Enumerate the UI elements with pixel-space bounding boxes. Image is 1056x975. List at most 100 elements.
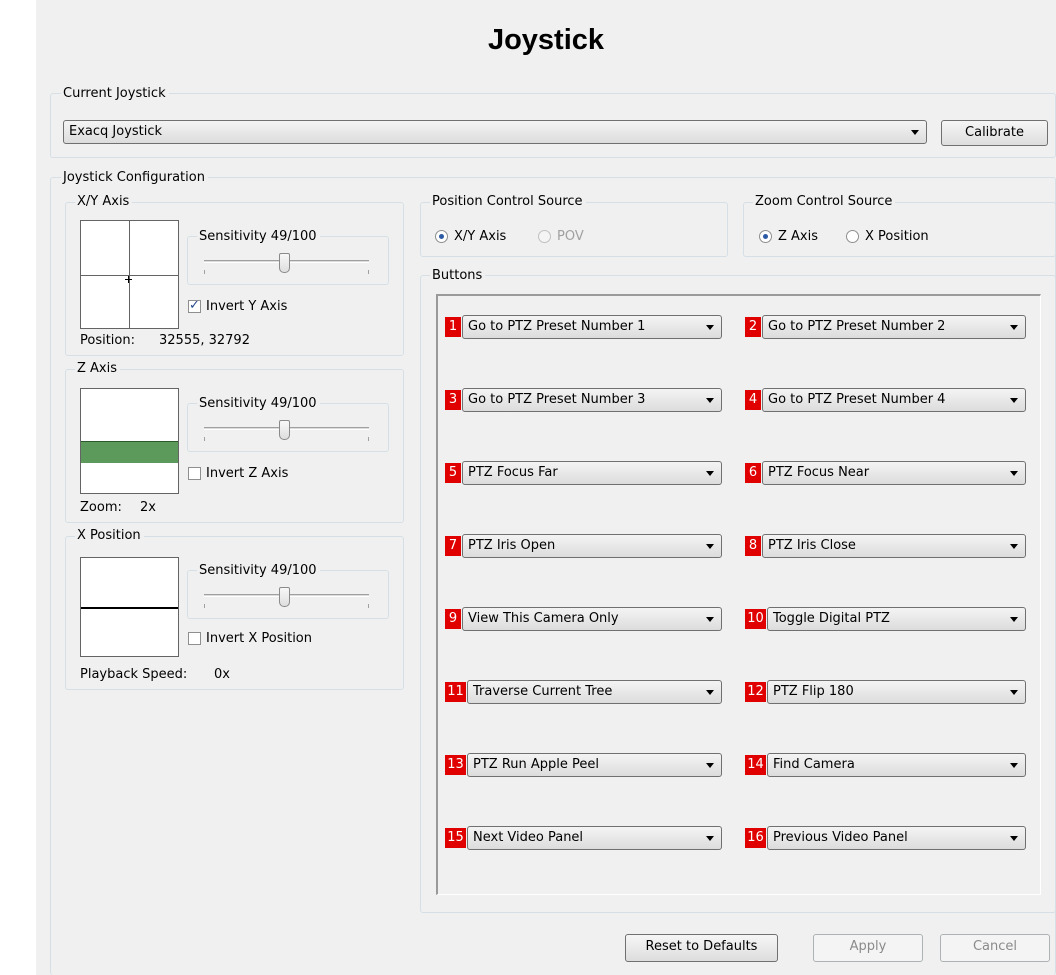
chevron-down-icon — [1010, 544, 1018, 549]
button-number-badge: 5 — [445, 463, 461, 483]
button-action-value: Find Camera — [773, 757, 855, 772]
joystick-select[interactable]: Exacq Joystick — [63, 120, 927, 144]
invert-z-axis-checkbox[interactable] — [188, 467, 201, 480]
button-action-value: View This Camera Only — [468, 611, 619, 626]
button-16-action-select[interactable]: Previous Video Panel — [767, 826, 1026, 850]
z-sensitivity-slider[interactable] — [279, 420, 290, 440]
x-sensitivity-slider[interactable] — [279, 587, 290, 607]
button-number-badge: 6 — [745, 463, 761, 483]
chevron-down-icon — [706, 690, 714, 695]
buttons-group-label: Buttons — [430, 268, 486, 284]
cancel-button[interactable]: Cancel — [940, 934, 1050, 962]
button-7-action-select[interactable]: PTZ Iris Open — [462, 534, 722, 558]
button-3-action-select[interactable]: Go to PTZ Preset Number 3 — [462, 388, 722, 412]
button-2-action-select[interactable]: Go to PTZ Preset Number 2 — [762, 315, 1026, 339]
page-title: Joystick — [487, 24, 605, 56]
button-action-value: PTZ Iris Open — [468, 538, 556, 553]
button-number-badge: 15 — [445, 828, 466, 848]
buttons-list — [436, 294, 1041, 895]
joystick-configuration-label: Joystick Configuration — [61, 170, 208, 186]
button-number-badge: 10 — [745, 609, 766, 629]
chevron-down-icon — [1010, 836, 1018, 841]
button-5-action-select[interactable]: PTZ Focus Far — [462, 461, 722, 485]
z-sensitivity-label: Sensitivity 49/100 — [197, 396, 320, 412]
button-action-value: Go to PTZ Preset Number 4 — [768, 392, 946, 407]
button-number-badge: 8 — [745, 536, 761, 556]
apply-button[interactable]: Apply — [813, 934, 923, 962]
button-number-badge: 12 — [745, 682, 766, 702]
button-8-action-select[interactable]: PTZ Iris Close — [762, 534, 1026, 558]
chevron-down-icon — [706, 836, 714, 841]
xy-sensitivity-slider[interactable] — [279, 253, 290, 273]
position-value: 32555, 32792 — [159, 333, 250, 348]
button-action-value: Go to PTZ Preset Number 3 — [468, 392, 646, 407]
chevron-down-icon — [1010, 690, 1018, 695]
zoom-value: 2x — [140, 500, 156, 515]
x-position-preview — [80, 557, 179, 657]
chevron-down-icon — [1010, 398, 1018, 403]
button-number-badge: 1 — [445, 317, 461, 337]
button-10-action-select[interactable]: Toggle Digital PTZ — [767, 607, 1026, 631]
chevron-down-icon — [706, 544, 714, 549]
button-number-badge: 3 — [445, 390, 461, 410]
button-15-action-select[interactable]: Next Video Panel — [467, 826, 722, 850]
chevron-down-icon — [1010, 325, 1018, 330]
z-axis-label: Z Axis — [75, 361, 121, 377]
chevron-down-icon — [706, 398, 714, 403]
button-action-value: PTZ Focus Near — [768, 465, 870, 480]
button-action-value: Next Video Panel — [473, 830, 584, 845]
current-joystick-label: Current Joystick — [61, 86, 169, 102]
zoom-source-z-radio[interactable] — [759, 230, 772, 243]
zoom-preview — [80, 388, 179, 494]
button-action-value: PTZ Focus Far — [468, 465, 558, 480]
x-position-marker — [81, 607, 178, 609]
button-1-action-select[interactable]: Go to PTZ Preset Number 1 — [462, 315, 722, 339]
playback-speed-label: Playback Speed: — [80, 667, 188, 682]
chevron-down-icon — [706, 325, 714, 330]
button-4-action-select[interactable]: Go to PTZ Preset Number 4 — [762, 388, 1026, 412]
button-9-action-select[interactable]: View This Camera Only — [462, 607, 722, 631]
reset-to-defaults-button[interactable]: Reset to Defaults — [625, 934, 778, 962]
button-action-value: PTZ Flip 180 — [773, 684, 854, 699]
button-action-value: Go to PTZ Preset Number 2 — [768, 319, 946, 334]
button-13-action-select[interactable]: PTZ Run Apple Peel — [467, 753, 722, 777]
calibrate-button[interactable]: Calibrate — [941, 120, 1048, 146]
button-number-badge: 16 — [745, 828, 766, 848]
invert-y-axis-checkbox[interactable]: ✓ — [188, 298, 201, 313]
chevron-down-icon — [1010, 617, 1018, 622]
button-number-badge: 2 — [745, 317, 761, 337]
checkmark-icon: ✓ — [189, 298, 200, 313]
button-number-badge: 7 — [445, 536, 461, 556]
zoom-label: Zoom: — [80, 500, 122, 515]
button-action-value: Go to PTZ Preset Number 1 — [468, 319, 646, 334]
button-11-action-select[interactable]: Traverse Current Tree — [467, 680, 722, 704]
x-sensitivity-label: Sensitivity 49/100 — [197, 563, 320, 579]
zoom-source-x-radio[interactable] — [846, 230, 859, 243]
button-number-badge: 14 — [745, 755, 766, 775]
chevron-down-icon — [911, 130, 919, 135]
button-number-badge: 13 — [445, 755, 466, 775]
button-6-action-select[interactable]: PTZ Focus Near — [762, 461, 1026, 485]
invert-z-axis-label: Invert Z Axis — [206, 466, 289, 481]
button-action-value: PTZ Run Apple Peel — [473, 757, 600, 772]
position-source-xy-label: X/Y Axis — [454, 229, 507, 244]
position-label: Position: — [80, 333, 135, 348]
zoom-source-x-label: X Position — [865, 229, 929, 244]
button-12-action-select[interactable]: PTZ Flip 180 — [767, 680, 1026, 704]
position-source-label: Position Control Source — [430, 194, 586, 210]
playback-speed-value: 0x — [214, 667, 230, 682]
position-source-pov-radio[interactable] — [538, 230, 551, 243]
invert-x-position-checkbox[interactable] — [188, 632, 201, 645]
button-14-action-select[interactable]: Find Camera — [767, 753, 1026, 777]
chevron-down-icon — [1010, 763, 1018, 768]
invert-y-axis-label: Invert Y Axis — [206, 299, 288, 314]
chevron-down-icon — [706, 471, 714, 476]
button-action-value: Toggle Digital PTZ — [773, 611, 890, 626]
zoom-source-z-label: Z Axis — [778, 229, 819, 244]
joystick-select-value: Exacq Joystick — [69, 124, 163, 139]
xy-axis-label: X/Y Axis — [75, 194, 133, 210]
chevron-down-icon — [1010, 471, 1018, 476]
zoom-level-bar — [81, 441, 178, 463]
chevron-down-icon — [706, 763, 714, 768]
position-source-xy-radio[interactable] — [435, 230, 448, 243]
